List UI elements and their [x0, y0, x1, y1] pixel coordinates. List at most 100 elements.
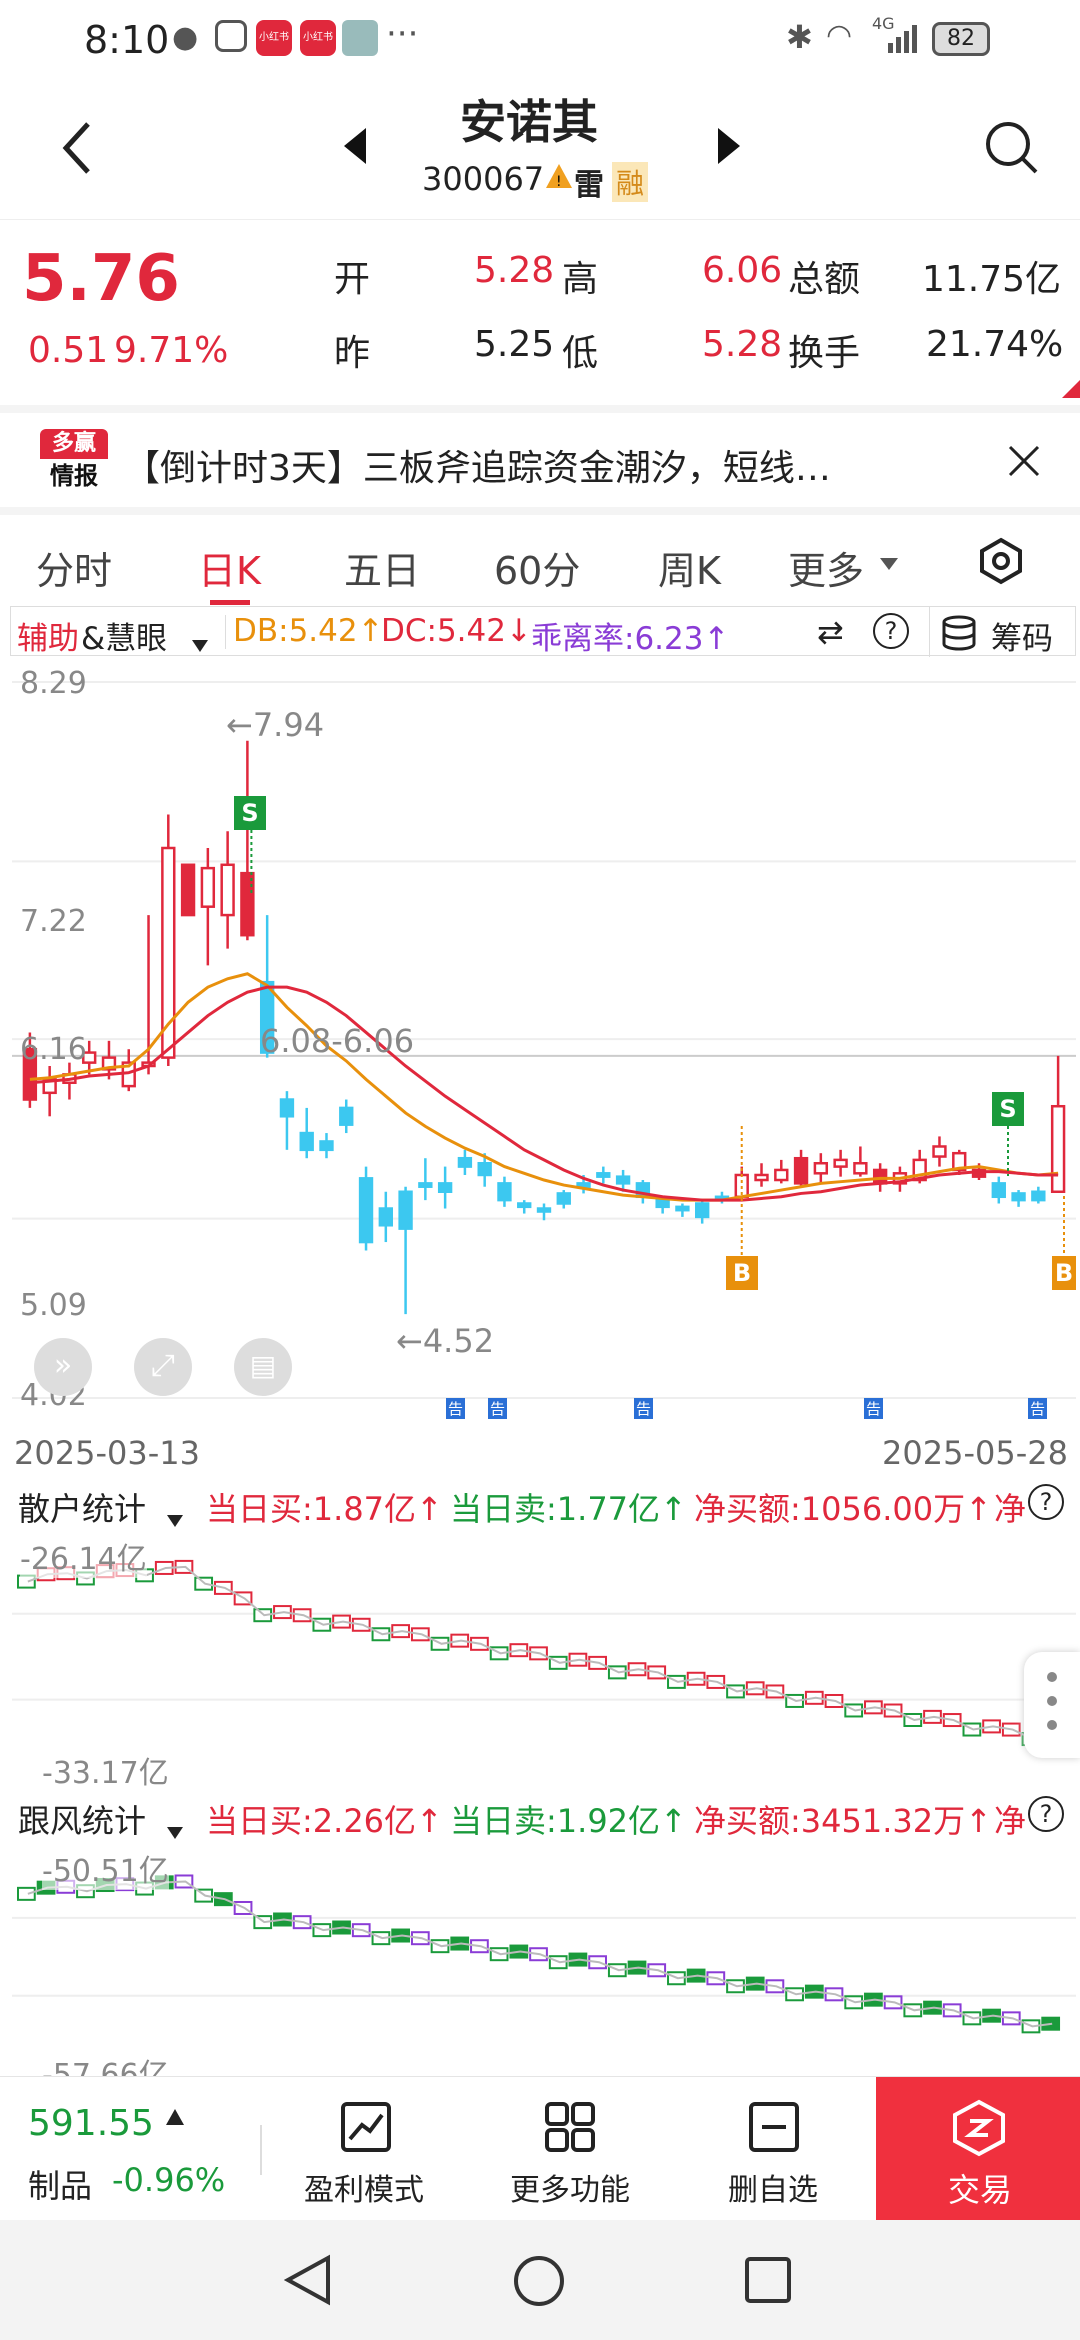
candle-body — [853, 1161, 868, 1175]
candle-body — [833, 1158, 848, 1168]
risk-tag: 雷 — [574, 168, 604, 203]
retail-top-label: -26.14亿 — [20, 1534, 147, 1578]
tab-60min[interactable]: 60分 — [494, 540, 580, 595]
drawing-icon[interactable]: ▤ — [234, 1338, 292, 1396]
back-icon[interactable] — [58, 118, 98, 178]
trade-label: 交易 — [948, 2171, 1013, 2209]
profit-mode-label: 盈利模式 — [304, 2173, 424, 2208]
profit-mode-button[interactable]: 盈利模式 — [290, 2077, 440, 2221]
sub-trend-line — [27, 1880, 1053, 2028]
candle-body — [418, 1182, 433, 1188]
retail-stats-bar: 散户统计 当日买:1.87亿↑ 当日卖:1.77亿↑ 净买额:1056.00万↑… — [10, 1478, 1076, 1528]
candle-body — [813, 1161, 829, 1175]
indicator-bias: 乖离率:6.23↑ — [531, 621, 730, 657]
divider-3 — [260, 2125, 262, 2175]
kline-chart[interactable]: 8.29 7.22 6.16 5.09 4.02 ←7.94 ←4.52 6.0… — [12, 656, 1076, 1424]
status-time: 8:10 — [84, 18, 170, 62]
low-label: 低 — [562, 333, 599, 374]
candle-body — [517, 1202, 532, 1209]
bluetooth-icon: ✱ — [786, 18, 813, 56]
tab-five-day[interactable]: 五日 — [344, 540, 420, 595]
fast-forward-icon[interactable]: » — [34, 1338, 92, 1396]
retail-stats-chart[interactable]: -26.14亿 -33.17亿 — [12, 1528, 1080, 1791]
swap-icon[interactable]: ⇄ — [817, 613, 844, 651]
tab-weekly-k[interactable]: 周K — [658, 540, 721, 595]
battery-icon: 82 — [932, 22, 990, 56]
date-end: 2025-05-28 — [882, 1434, 1068, 1472]
candle-body — [655, 1198, 670, 1209]
notice-marker-2[interactable]: 告 — [488, 1398, 508, 1419]
news-banner[interactable]: 多赢 情报 【倒计时3天】三板斧追踪资金潮汐，短线… — [0, 405, 1080, 515]
follower-stats-chart[interactable]: -50.51亿 -57.66亿 — [12, 1840, 1076, 2076]
tab-intraday[interactable]: 分时 — [36, 540, 112, 595]
notice-marker-3[interactable]: 告 — [634, 1398, 654, 1419]
chart-trend-icon — [340, 2101, 392, 2153]
sub-trend-line — [27, 1565, 1053, 1741]
y-label-3: 6.16 — [20, 1032, 87, 1067]
follower-dropdown-icon[interactable] — [166, 1810, 184, 1839]
database-icon — [941, 615, 977, 651]
follower-stats-name[interactable]: 跟风统计 — [18, 1796, 146, 1842]
follower-net-2: 净 — [994, 1802, 1027, 1840]
y-label-4: 5.09 — [20, 1288, 87, 1323]
expand-icon[interactable]: ⤢ — [134, 1338, 192, 1396]
open-value: 5.28 — [474, 250, 555, 291]
nav-home-icon[interactable] — [512, 2254, 566, 2308]
search-icon[interactable] — [982, 118, 1042, 178]
retail-bottom-label: -33.17亿 — [42, 1756, 169, 1791]
chips-button[interactable]: 筹码 — [991, 613, 1053, 658]
candle-body — [378, 1207, 393, 1227]
buy-signal-1: B — [726, 1256, 758, 1290]
tab-daily-k[interactable]: 日K — [198, 540, 261, 595]
wechat-icon: ● — [172, 20, 199, 55]
notice-marker-4[interactable]: 告 — [864, 1398, 884, 1419]
prev-close-value: 5.25 — [474, 324, 555, 365]
indicator-dropdown-icon[interactable] — [191, 625, 209, 652]
prev-stock-icon[interactable] — [342, 126, 368, 166]
candle-body — [240, 871, 255, 937]
date-axis: 2025-03-13 2025-05-28 — [0, 1428, 1080, 1474]
candle-body — [180, 863, 196, 917]
nav-recents-icon[interactable] — [744, 2256, 792, 2304]
remove-watchlist-button[interactable]: 删自选 — [710, 2077, 860, 2221]
wifi-icon: ◠ — [826, 18, 853, 53]
next-stock-icon[interactable] — [716, 126, 742, 166]
more-functions-button[interactable]: 更多功能 — [500, 2077, 650, 2221]
candle-body — [339, 1106, 354, 1126]
retail-dropdown-icon[interactable] — [166, 1498, 184, 1527]
range-annotation: 6.08-6.06 — [260, 1022, 415, 1060]
nav-back-icon[interactable] — [283, 2254, 332, 2306]
follower-help-icon[interactable]: ? — [1028, 1796, 1064, 1832]
y-label-top: 8.29 — [20, 666, 87, 701]
retail-net: 净买额:1056.00万↑ — [694, 1490, 992, 1528]
indicator-name-prefix[interactable]: 辅助 — [17, 613, 79, 658]
notice-marker-5[interactable]: 告 — [1028, 1398, 1048, 1419]
kline-candles — [22, 740, 1066, 1315]
retail-help-icon[interactable]: ? — [1028, 1484, 1064, 1520]
low-value: 5.28 — [702, 324, 783, 365]
settings-icon[interactable] — [976, 536, 1026, 586]
candle-body — [793, 1156, 809, 1185]
candle-body — [872, 1168, 888, 1185]
side-menu-handle[interactable] — [1024, 1652, 1080, 1758]
close-icon[interactable] — [1006, 443, 1042, 479]
trade-button[interactable]: 交易 — [876, 2077, 1080, 2221]
tab-more[interactable]: 更多 — [788, 540, 864, 595]
triangle-up-icon — [164, 2107, 186, 2127]
follower-stats-bar: 跟风统计 当日买:2.26亿↑ 当日卖:1.92亿↑ 净买额:3451.32万↑… — [10, 1790, 1076, 1840]
help-icon[interactable]: ? — [873, 613, 909, 649]
trade-icon — [952, 2099, 1006, 2157]
hand-icon — [215, 20, 247, 52]
avatar-icon — [342, 20, 378, 56]
svg-text:!: ! — [556, 174, 562, 190]
retail-stats-name[interactable]: 散户统计 — [18, 1484, 146, 1530]
candle-body — [220, 863, 235, 917]
candle-body — [358, 1177, 374, 1244]
candle-body — [754, 1173, 769, 1182]
index-widget[interactable]: 591.55 制品 -0.96% — [0, 2077, 250, 2221]
indicator-name-suffix[interactable]: &慧眼 — [81, 613, 167, 658]
candle-body — [596, 1172, 611, 1178]
divider — [225, 615, 226, 649]
notice-marker-1[interactable]: 告 — [446, 1398, 466, 1419]
candle-body — [1011, 1192, 1026, 1202]
